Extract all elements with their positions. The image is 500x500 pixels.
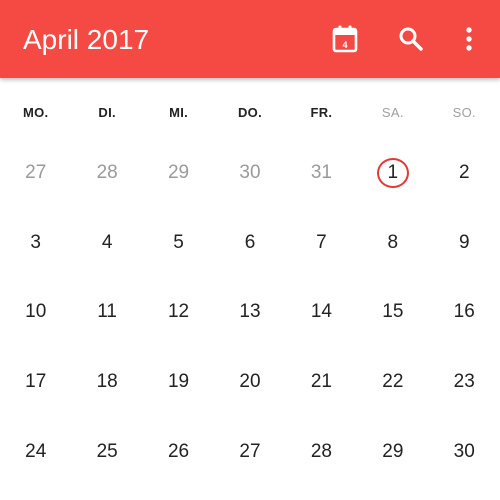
day-cell[interactable]: 28 bbox=[286, 417, 357, 487]
more-options-button[interactable] bbox=[450, 20, 488, 58]
day-cell[interactable]: 5 bbox=[143, 208, 214, 278]
day-cell[interactable]: 22 bbox=[357, 347, 428, 417]
day-cell[interactable]: 12 bbox=[143, 278, 214, 348]
day-cell-selected[interactable]: 1 bbox=[357, 138, 428, 208]
day-cell[interactable]: 30 bbox=[214, 138, 285, 208]
day-cell[interactable]: 28 bbox=[71, 138, 142, 208]
day-number: 25 bbox=[96, 441, 118, 463]
weekday-label: SA. bbox=[381, 105, 404, 120]
today-date-number: 4 bbox=[342, 40, 348, 50]
day-cell[interactable]: 23 bbox=[429, 347, 500, 417]
day-number: 2 bbox=[458, 161, 470, 183]
day-number: 4 bbox=[101, 231, 113, 253]
day-number: 30 bbox=[453, 441, 475, 463]
day-cell[interactable]: 26 bbox=[143, 417, 214, 487]
day-number: 15 bbox=[382, 301, 404, 323]
day-number: 19 bbox=[167, 371, 190, 393]
day-number: 27 bbox=[239, 441, 261, 463]
day-cell[interactable]: 8 bbox=[357, 208, 428, 278]
day-number: 26 bbox=[167, 441, 190, 463]
week-row: 24 25 26 27 28 29 30 bbox=[0, 417, 500, 487]
day-cell[interactable]: 31 bbox=[286, 138, 357, 208]
day-number: 3 bbox=[30, 231, 41, 253]
day-number: 5 bbox=[173, 231, 184, 253]
month-grid: 27 28 29 30 31 1 2 3 4 5 6 7 8 9 10 11 12 13 14 15 16 17 18 19 2… bbox=[0, 138, 500, 487]
day-cell[interactable]: 19 bbox=[143, 347, 214, 417]
day-number: 28 bbox=[96, 161, 118, 183]
search-icon bbox=[398, 26, 424, 52]
day-number: 29 bbox=[382, 441, 404, 463]
day-cell[interactable]: 17 bbox=[0, 347, 71, 417]
day-number: 27 bbox=[25, 161, 47, 183]
calendar-today-icon: 4 bbox=[332, 25, 358, 53]
day-number: 18 bbox=[96, 371, 118, 393]
day-cell[interactable]: 9 bbox=[429, 208, 500, 278]
day-number: 10 bbox=[25, 301, 47, 323]
day-cell[interactable]: 15 bbox=[357, 278, 428, 348]
day-number: 30 bbox=[239, 161, 261, 183]
week-row: 3 4 5 6 7 8 9 bbox=[0, 208, 500, 278]
day-number: 11 bbox=[97, 301, 117, 323]
day-number: 23 bbox=[453, 371, 475, 393]
day-cell[interactable]: 13 bbox=[214, 278, 285, 348]
weekday-label: DI. bbox=[98, 105, 116, 120]
day-number: 22 bbox=[382, 371, 404, 393]
day-cell[interactable]: 11 bbox=[71, 278, 142, 348]
month-title[interactable]: April 2017 bbox=[23, 22, 149, 58]
search-button[interactable] bbox=[392, 20, 430, 58]
day-cell[interactable]: 3 bbox=[0, 208, 71, 278]
day-number: 24 bbox=[25, 441, 47, 463]
day-number: 9 bbox=[458, 231, 470, 253]
week-row: 17 18 19 20 21 22 23 bbox=[0, 347, 500, 417]
day-cell[interactable]: 16 bbox=[429, 278, 500, 348]
day-number: 8 bbox=[387, 231, 399, 253]
week-row: 27 28 29 30 31 1 2 bbox=[0, 138, 500, 208]
day-cell[interactable]: 14 bbox=[286, 278, 357, 348]
today-button[interactable]: 4 bbox=[326, 20, 364, 58]
app-bar: April 2017 4 bbox=[0, 0, 500, 78]
weekday-label: SO. bbox=[452, 105, 476, 120]
day-cell[interactable]: 25 bbox=[71, 417, 142, 487]
day-cell[interactable]: 20 bbox=[214, 347, 285, 417]
day-cell[interactable]: 10 bbox=[0, 278, 71, 348]
day-cell[interactable]: 27 bbox=[214, 417, 285, 487]
day-cell[interactable]: 18 bbox=[71, 347, 142, 417]
day-cell[interactable]: 27 bbox=[0, 138, 71, 208]
weekday-label: MI. bbox=[169, 105, 189, 120]
day-number: 29 bbox=[167, 161, 190, 183]
day-number: 16 bbox=[453, 301, 475, 323]
day-number: 13 bbox=[239, 301, 261, 323]
day-number: 20 bbox=[239, 371, 261, 393]
weekday-label: MO. bbox=[22, 105, 49, 120]
day-cell[interactable]: 4 bbox=[71, 208, 142, 278]
day-cell[interactable]: 7 bbox=[286, 208, 357, 278]
day-cell[interactable]: 2 bbox=[429, 138, 500, 208]
day-number: 12 bbox=[167, 301, 190, 323]
day-number: 31 bbox=[310, 161, 332, 183]
day-number: 17 bbox=[25, 371, 47, 393]
day-number: 7 bbox=[316, 231, 327, 253]
day-cell[interactable]: 21 bbox=[286, 347, 357, 417]
day-cell[interactable]: 29 bbox=[357, 417, 428, 487]
weekday-header: MO. DI. MI. DO. FR. SA. SO. bbox=[0, 100, 500, 126]
day-cell[interactable]: 29 bbox=[143, 138, 214, 208]
weekday-label: FR. bbox=[310, 105, 333, 120]
day-number: 1 bbox=[387, 161, 399, 183]
more-vert-icon bbox=[465, 26, 473, 52]
weekday-label: DO. bbox=[237, 105, 262, 120]
day-number: 28 bbox=[310, 441, 332, 463]
day-number: 6 bbox=[244, 231, 256, 253]
week-row: 10 11 12 13 14 15 16 bbox=[0, 278, 500, 348]
day-number: 14 bbox=[310, 301, 332, 323]
day-cell[interactable]: 24 bbox=[0, 417, 71, 487]
day-cell[interactable]: 6 bbox=[214, 208, 285, 278]
day-cell[interactable]: 30 bbox=[429, 417, 500, 487]
day-number: 21 bbox=[310, 371, 332, 393]
